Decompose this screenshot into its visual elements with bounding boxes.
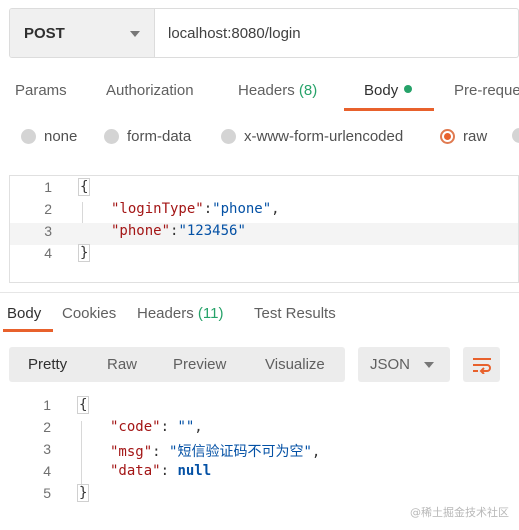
code-line: 2 "loginType":"phone",	[10, 201, 518, 223]
json-key: "msg"	[110, 444, 153, 460]
line-number: 4	[43, 463, 51, 479]
radio-binary[interactable]	[512, 128, 519, 143]
json-value: null	[177, 463, 212, 479]
json-key: "code"	[110, 419, 161, 435]
tab-response-headers-label: Headers	[137, 305, 194, 322]
tab-headers-label: Headers	[238, 82, 295, 99]
tab-body-label: Body	[364, 82, 399, 99]
code-line: 3 "msg": "短信验证码不可为空",	[9, 441, 519, 463]
code-text: "phone":"123456"	[111, 223, 246, 239]
tab-authorization[interactable]: Authorization	[106, 82, 194, 99]
code-text: "code": "",	[110, 419, 203, 435]
wrap-lines-icon	[472, 357, 491, 374]
code-line: 1 {	[10, 178, 518, 201]
wrap-lines-button[interactable]	[463, 347, 500, 382]
active-tab-indicator	[3, 329, 53, 332]
code-line: 4 }	[10, 244, 518, 267]
watermark: @稀土掘金技术社区	[410, 506, 509, 519]
json-key: "phone"	[111, 223, 171, 239]
radio-none-label: none	[44, 128, 78, 145]
tab-body[interactable]: Body	[364, 82, 413, 99]
line-number: 3	[43, 441, 51, 457]
line-number: 4	[44, 245, 52, 261]
json-key: "loginType"	[111, 201, 204, 217]
tab-params[interactable]: Params	[15, 82, 67, 99]
section-divider	[0, 292, 519, 293]
format-label: JSON	[370, 356, 411, 373]
view-mode-group: Pretty Raw Preview Visualize	[9, 347, 345, 382]
tab-response-body[interactable]: Body	[7, 305, 41, 322]
visualize-button[interactable]: Visualize	[265, 347, 325, 382]
radio-form-data[interactable]: form-data	[104, 128, 191, 145]
line-number: 5	[43, 485, 51, 501]
preview-button[interactable]: Preview	[173, 347, 226, 382]
radio-circle-icon	[21, 129, 36, 144]
code-line-current: 3 "phone":"123456"	[10, 223, 518, 245]
radio-none[interactable]: none	[21, 128, 77, 145]
request-bar: POST localhost:8080/login	[9, 8, 519, 58]
response-body-viewer[interactable]: 1 { 2 "code": "", 3 "msg": "短信验证码不可为空", …	[9, 395, 519, 515]
code-text: "msg": "短信验证码不可为空",	[110, 444, 321, 460]
response-headers-count: (11)	[197, 305, 224, 322]
chevron-down-icon	[424, 362, 434, 368]
open-brace: {	[78, 178, 91, 196]
tab-response-headers[interactable]: Headers (11)	[137, 305, 223, 322]
code-line: 4 "data": null	[9, 463, 519, 485]
radio-circle-icon	[512, 128, 519, 143]
method-label: POST	[24, 24, 65, 42]
json-key: "data"	[110, 463, 161, 479]
json-value: "phone"	[212, 201, 272, 217]
active-tab-indicator	[344, 108, 434, 111]
response-tabs: Body Cookies Headers (11) Test Results	[0, 300, 519, 334]
code-text: }	[77, 484, 90, 502]
raw-button[interactable]: Raw	[107, 347, 137, 382]
radio-raw-label: raw	[463, 128, 488, 145]
line-number: 3	[44, 223, 52, 239]
code-line: 1 {	[9, 396, 519, 419]
headers-count: (8)	[298, 82, 318, 99]
json-value: "123456"	[178, 223, 246, 239]
radio-raw[interactable]: raw	[440, 128, 487, 145]
format-select[interactable]: JSON	[358, 347, 450, 382]
code-text: {	[77, 396, 90, 414]
json-value: "短信验证码不可为空"	[169, 444, 312, 460]
code-text: "data": null	[110, 463, 212, 479]
json-value: ""	[177, 419, 195, 435]
radio-circle-icon	[104, 129, 119, 144]
tab-prerequest[interactable]: Pre-reque	[454, 82, 519, 99]
chevron-down-icon	[130, 31, 140, 37]
tab-headers[interactable]: Headers (8)	[238, 82, 317, 99]
method-select[interactable]: POST	[10, 9, 155, 57]
url-input[interactable]: localhost:8080/login	[155, 9, 518, 57]
code-text: "loginType":"phone",	[111, 201, 280, 217]
line-number: 2	[44, 201, 52, 217]
close-brace: }	[77, 484, 90, 502]
radio-form-data-label: form-data	[127, 128, 192, 145]
tab-cookies[interactable]: Cookies	[62, 305, 116, 322]
body-mode-radios: none form-data x-www-form-urlencoded raw	[0, 124, 519, 152]
pretty-button[interactable]: Pretty	[28, 347, 67, 382]
line-number: 1	[44, 179, 52, 195]
body-active-dot-icon	[404, 85, 413, 93]
tab-test-results[interactable]: Test Results	[254, 305, 336, 322]
code-line: 2 "code": "",	[9, 419, 519, 441]
radio-circle-icon	[221, 129, 236, 144]
line-number: 1	[43, 397, 51, 413]
code-text: }	[78, 244, 91, 262]
request-tabs: Params Authorization Headers (8) Body Pr…	[0, 72, 519, 112]
line-number: 2	[43, 419, 51, 435]
code-text: {	[78, 178, 91, 196]
radio-urlencoded-label: x-www-form-urlencoded	[244, 128, 404, 145]
close-brace: }	[78, 244, 91, 262]
open-brace: {	[77, 396, 90, 414]
radio-selected-icon	[440, 129, 455, 144]
radio-urlencoded[interactable]: x-www-form-urlencoded	[221, 128, 403, 145]
request-body-editor[interactable]: 1 { 2 "loginType":"phone", 3 "phone":"12…	[9, 175, 519, 283]
